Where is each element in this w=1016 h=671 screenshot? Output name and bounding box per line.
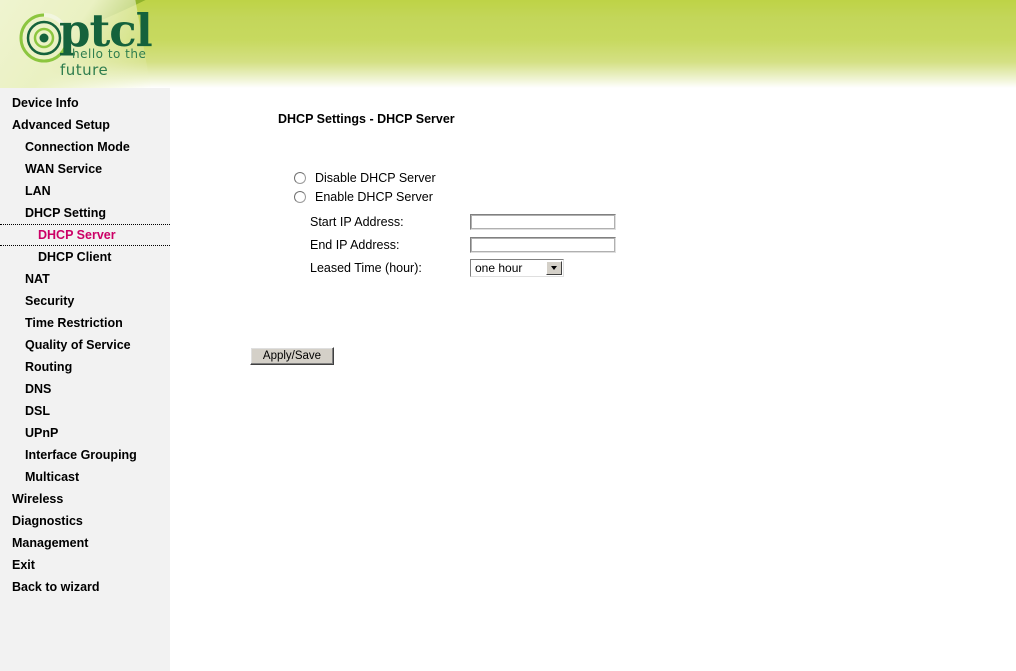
label-end-ip-address: End IP Address: — [310, 237, 400, 252]
sidebar-item-label: Device Info — [12, 96, 79, 110]
sidebar-item-connection-mode[interactable]: Connection Mode — [0, 136, 170, 158]
leased-time-select[interactable]: one hour — [470, 258, 564, 277]
sidebar-item-interface-grouping[interactable]: Interface Grouping — [0, 444, 170, 466]
sidebar-item-dhcp-setting[interactable]: DHCP Setting — [0, 202, 170, 224]
sidebar-navigation: Device Info Advanced Setup Connection Mode… — [0, 88, 170, 671]
sidebar-item-label: Back to wizard — [12, 580, 100, 594]
logo-tagline-line2: future — [60, 61, 109, 79]
sidebar-item-advanced-setup[interactable]: Advanced Setup — [0, 114, 170, 136]
ptcl-logo[interactable]: ptcl hello to the future — [12, 4, 182, 84]
sidebar-item-routing[interactable]: Routing — [0, 356, 170, 378]
radio-label-disable-dhcp-server: Disable DHCP Server — [315, 170, 436, 185]
sidebar-item-dsl[interactable]: DSL — [0, 400, 170, 422]
chevron-down-icon[interactable] — [546, 260, 562, 275]
field-row-end-ip: End IP Address: — [294, 233, 764, 256]
sidebar-item-upnp[interactable]: UPnP — [0, 422, 170, 444]
sidebar-item-label: Connection Mode — [25, 140, 130, 154]
label-leased-time: Leased Time (hour): — [310, 260, 422, 275]
sidebar-item-lan[interactable]: LAN — [0, 180, 170, 202]
sidebar-item-exit[interactable]: Exit — [0, 554, 170, 576]
sidebar-item-security[interactable]: Security — [0, 290, 170, 312]
sidebar-item-label: NAT — [25, 272, 50, 286]
dhcp-server-form: Disable DHCP Server Enable DHCP Server S… — [294, 168, 764, 279]
end-ip-address-input[interactable] — [470, 236, 616, 253]
main-content: DHCP Settings - DHCP Server Disable DHCP… — [170, 88, 1016, 671]
sidebar-item-wireless[interactable]: Wireless — [0, 488, 170, 510]
sidebar-item-label: Security — [25, 294, 75, 308]
sidebar-item-nat[interactable]: NAT — [0, 268, 170, 290]
sidebar-item-time-restriction[interactable]: Time Restriction — [0, 312, 170, 334]
sidebar-item-label: Wireless — [12, 492, 64, 506]
sidebar-item-label: Quality of Service — [25, 338, 131, 352]
label-start-ip-address: Start IP Address: — [310, 214, 404, 229]
sidebar-item-diagnostics[interactable]: Diagnostics — [0, 510, 170, 532]
sidebar-item-label: Multicast — [25, 470, 80, 484]
apply-save-button[interactable]: Apply/Save — [250, 347, 334, 365]
sidebar-item-label: Interface Grouping — [25, 448, 137, 462]
sidebar-item-wan-service[interactable]: WAN Service — [0, 158, 170, 180]
sidebar-item-dhcp-client[interactable]: DHCP Client — [0, 246, 170, 268]
sidebar-item-label: WAN Service — [25, 162, 103, 176]
sidebar-item-label: Exit — [12, 558, 35, 572]
radio-label-enable-dhcp-server: Enable DHCP Server — [315, 189, 433, 204]
sidebar-item-label: Routing — [25, 360, 73, 374]
sidebar-item-back-to-wizard[interactable]: Back to wizard — [0, 576, 170, 598]
radio-row-disable-dhcp[interactable]: Disable DHCP Server — [294, 168, 764, 187]
sidebar-item-quality-of-service[interactable]: Quality of Service — [0, 334, 170, 356]
radio-enable-dhcp-server[interactable] — [294, 190, 306, 203]
sidebar-item-dns[interactable]: DNS — [0, 378, 170, 400]
sidebar-item-label: LAN — [25, 184, 51, 198]
field-row-start-ip: Start IP Address: — [294, 210, 764, 233]
apply-button-container: Apply/Save — [250, 347, 334, 365]
sidebar-item-device-info[interactable]: Device Info — [0, 92, 170, 114]
sidebar-item-label: DHCP Setting — [25, 206, 107, 220]
sidebar-item-dhcp-server[interactable]: DHCP Server — [0, 224, 170, 246]
sidebar-item-label: DNS — [25, 382, 52, 396]
sidebar-item-label: Management — [12, 536, 89, 550]
header-banner: ptcl hello to the future — [0, 0, 1016, 88]
leased-time-selected-value: one hour — [475, 260, 523, 275]
sidebar-item-label: UPnP — [25, 426, 59, 440]
start-ip-address-input[interactable] — [470, 213, 616, 230]
field-row-leased-time: Leased Time (hour): one hour — [294, 256, 764, 279]
sidebar-item-management[interactable]: Management — [0, 532, 170, 554]
sidebar-item-multicast[interactable]: Multicast — [0, 466, 170, 488]
sidebar-item-label: DHCP Server — [38, 228, 116, 242]
radio-disable-dhcp-server[interactable] — [294, 171, 306, 184]
sidebar-item-label: Advanced Setup — [12, 118, 110, 132]
sidebar-item-label: Time Restriction — [25, 316, 123, 330]
page-title: DHCP Settings - DHCP Server — [278, 112, 455, 126]
logo-tagline-line1: hello to the — [72, 47, 147, 61]
sidebar-item-label: DHCP Client — [38, 250, 112, 264]
sidebar-item-label: Diagnostics — [12, 514, 83, 528]
sidebar-item-label: DSL — [25, 404, 50, 418]
radio-row-enable-dhcp[interactable]: Enable DHCP Server — [294, 187, 764, 206]
